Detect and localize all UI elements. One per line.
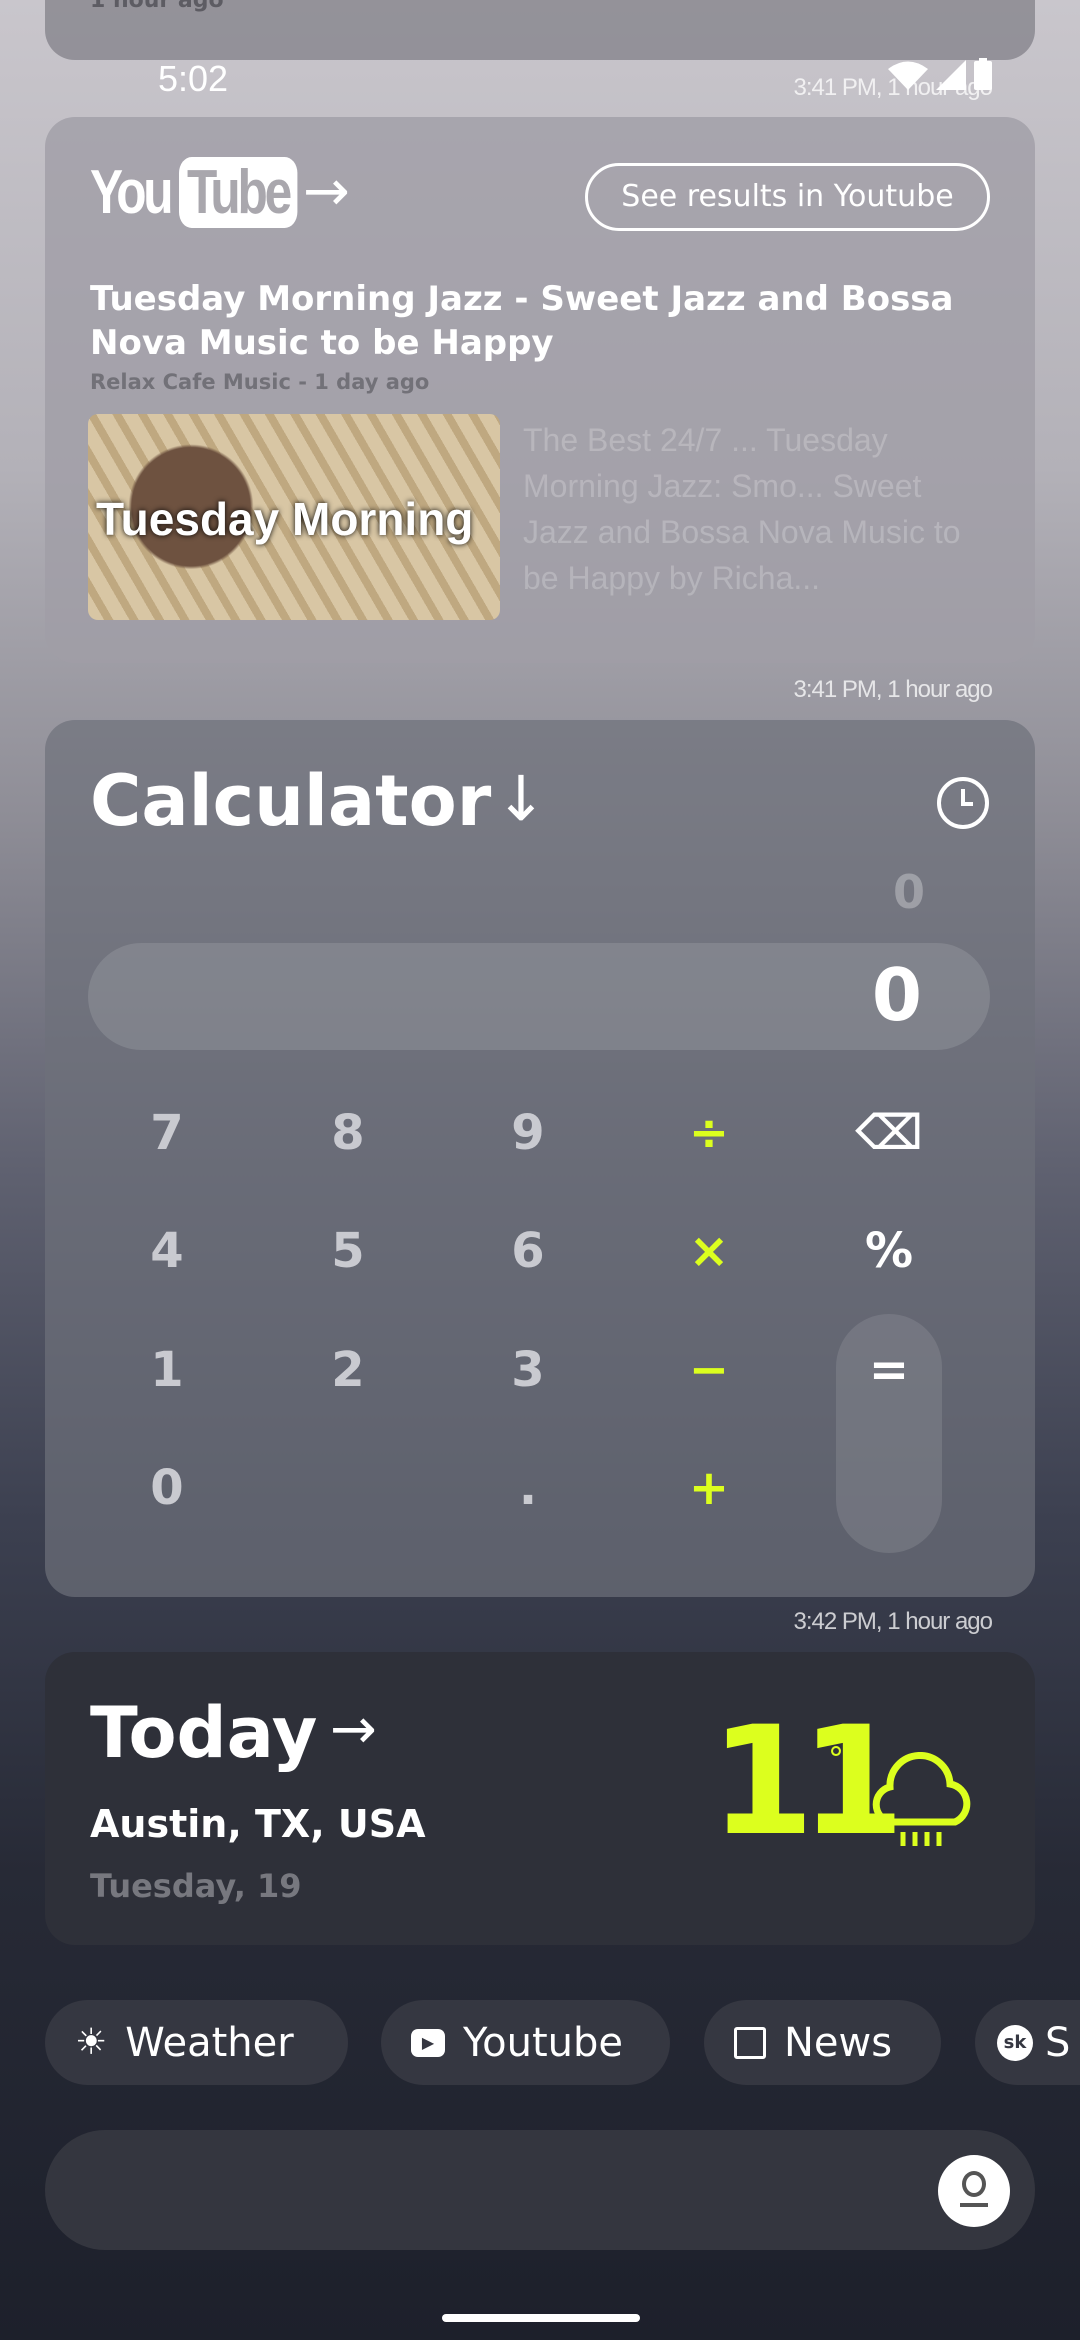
weather-title: Today <box>90 1692 318 1774</box>
calculator-timestamp: 3:41 PM, 1 hour ago <box>793 676 993 703</box>
key-multiply[interactable]: × <box>649 1223 769 1279</box>
video-description: The Best 24/7 ... Tuesday Morning Jazz: … <box>523 422 961 596</box>
weather-card[interactable]: Today → Austin, TX, USA Tuesday, 19 11 °… <box>45 1652 1035 1945</box>
chip-weather[interactable]: ☀ Weather <box>45 2000 348 2085</box>
thumbnail-text: Tuesday Morning <box>96 493 474 545</box>
sk-icon: sk <box>997 2024 1033 2061</box>
status-time: 5:02 <box>158 58 229 99</box>
video-title[interactable]: Tuesday Morning Jazz - Sweet Jazz and Bo… <box>90 277 970 365</box>
search-bar[interactable] <box>45 2130 1035 2250</box>
key-1[interactable]: 1 <box>107 1342 227 1398</box>
see-results-button[interactable]: See results in Youtube <box>585 163 990 231</box>
key-6[interactable]: 6 <box>468 1223 588 1279</box>
history-icon[interactable] <box>935 775 991 831</box>
news-icon <box>734 2026 766 2059</box>
chip-label: S <box>1045 2019 1071 2066</box>
key-decimal[interactable]: . <box>468 1460 588 1516</box>
calculator-display: 0 <box>88 943 990 1050</box>
key-3[interactable]: 3 <box>468 1342 588 1398</box>
key-9[interactable]: 9 <box>468 1105 588 1161</box>
video-channel: Relax Cafe Music - 1 day ago <box>90 370 430 394</box>
youtube-card[interactable]: You Tube → See results in Youtube Tuesday… <box>45 117 1035 663</box>
calculator-title[interactable]: Calculator <box>90 760 491 842</box>
arrow-right-icon: → <box>330 1697 377 1762</box>
previous-card: 1 hour ago <box>45 0 1035 60</box>
key-plus[interactable]: + <box>649 1460 769 1516</box>
weather-date: Tuesday, 19 <box>90 1867 302 1905</box>
key-2[interactable]: 2 <box>288 1342 408 1398</box>
weather-unit: °C <box>828 1740 867 1778</box>
assistant-icon[interactable] <box>938 2155 1010 2227</box>
backspace-icon[interactable]: ⌫ <box>829 1105 949 1161</box>
youtube-timestamp: 3:41 PM, 1 hour ago <box>793 74 993 101</box>
key-0[interactable]: 0 <box>107 1460 227 1516</box>
cloud-rain-icon <box>872 1752 971 1846</box>
youtube-icon: ▶ <box>411 2028 445 2057</box>
chip-sk[interactable]: sk S <box>975 2000 1080 2085</box>
key-percent[interactable]: % <box>829 1223 949 1279</box>
weather-timestamp: 3:42 PM, 1 hour ago <box>793 1608 993 1635</box>
home-indicator[interactable] <box>442 2314 640 2322</box>
key-equals[interactable]: = <box>829 1342 949 1398</box>
chip-youtube[interactable]: ▶ Youtube <box>381 2000 670 2085</box>
key-5[interactable]: 5 <box>288 1223 408 1279</box>
chip-news[interactable]: News <box>704 2000 941 2085</box>
key-minus[interactable]: − <box>649 1342 769 1398</box>
previous-card-timestamp: 1 hour ago <box>90 0 224 13</box>
youtube-logo[interactable]: You Tube <box>90 157 326 228</box>
calculator-display-value: 0 <box>871 953 922 1037</box>
arrow-down-icon[interactable]: ↓ <box>495 762 547 835</box>
weather-temperature: 11 <box>710 1695 905 1869</box>
arrow-right-icon[interactable]: → <box>303 159 350 224</box>
chip-label: Weather <box>125 2019 294 2066</box>
chip-label: News <box>784 2019 893 2066</box>
key-divide[interactable]: ÷ <box>649 1105 769 1161</box>
calculator-history-value: 0 <box>892 865 925 919</box>
weather-location: Austin, TX, USA <box>90 1802 426 1846</box>
key-7[interactable]: 7 <box>107 1105 227 1161</box>
key-4[interactable]: 4 <box>107 1223 227 1279</box>
calculator-card: Calculator ↓ 0 0 7 8 9 ÷ ⌫ 4 5 6 × % 1 2… <box>45 720 1035 1597</box>
sun-icon: ☀ <box>75 2022 108 2063</box>
key-8[interactable]: 8 <box>288 1105 408 1161</box>
video-thumbnail[interactable]: Tuesday Morning <box>88 414 500 620</box>
chip-label: Youtube <box>463 2019 623 2066</box>
